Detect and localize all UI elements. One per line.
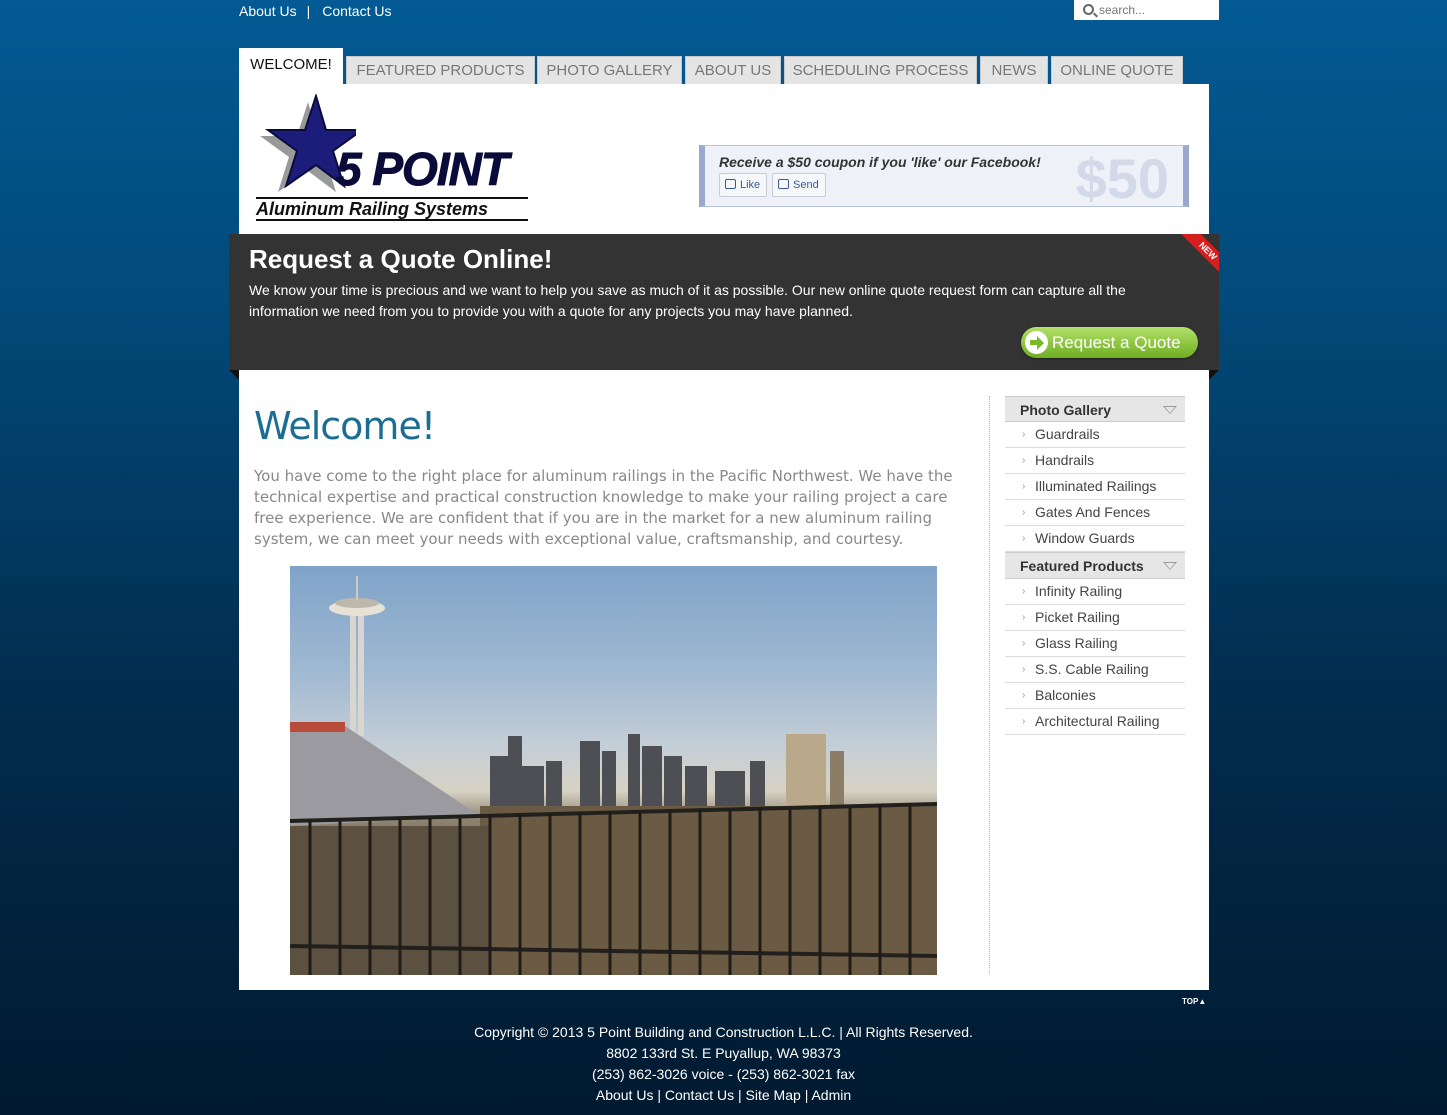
sidebar-heading-label: Featured Products	[1020, 558, 1144, 574]
intro-text: You have come to the right place for alu…	[254, 467, 953, 548]
chevron-right-icon: ›	[1022, 612, 1026, 623]
site-logo[interactable]: 5 POINT Aluminum Railing Systems	[256, 94, 546, 224]
sidebar-item-cable-railing[interactable]: › S.S. Cable Railing	[1005, 657, 1185, 683]
thumbs-up-icon	[725, 179, 736, 189]
back-to-top-link[interactable]: TOP▲	[1182, 997, 1206, 1006]
top-link-about-us[interactable]: About Us	[239, 3, 297, 19]
request-quote-button[interactable]: Request a Quote	[1021, 327, 1198, 358]
tab-online-quote[interactable]: ONLINE QUOTE	[1051, 56, 1183, 84]
facebook-message: Receive a $50 coupon if you 'like' our F…	[719, 154, 1041, 170]
footer-links: About Us | Contact Us | Site Map | Admin	[0, 1085, 1447, 1106]
chevron-down-icon	[1163, 562, 1177, 570]
banner-fold-left	[229, 370, 239, 380]
quote-body: We know your time is precious and we wan…	[249, 282, 1126, 319]
footer-link-about-us[interactable]: About Us	[596, 1087, 654, 1103]
chevron-down-icon	[1163, 406, 1177, 414]
sidebar-item-label: Picket Railing	[1035, 609, 1120, 625]
arrow-right-icon	[1025, 331, 1048, 354]
like-button[interactable]: Like	[719, 173, 768, 197]
footer-link-site-map[interactable]: Site Map	[746, 1087, 801, 1103]
photo-illustration	[290, 576, 937, 975]
footer-link-contact-us[interactable]: Contact Us	[665, 1087, 734, 1103]
caret-up-icon: ▲	[1198, 997, 1207, 1006]
facebook-promo: $50 Receive a $50 coupon if you 'like' o…	[699, 145, 1189, 210]
footer-phone: (253) 862-3026 voice - (253) 862-3021 fa…	[591, 1066, 856, 1082]
chevron-right-icon: ›	[1022, 481, 1026, 492]
search-box	[1074, 0, 1219, 20]
sidebar-heading-photo-gallery[interactable]: Photo Gallery	[1005, 396, 1185, 422]
banner-fold-right	[1209, 370, 1219, 380]
top-links: About Us | Contact Us	[239, 3, 391, 19]
footer-link-admin[interactable]: Admin	[811, 1087, 851, 1103]
tab-featured-products[interactable]: FEATURED PRODUCTS	[346, 56, 535, 84]
chevron-right-icon: ›	[1022, 716, 1026, 727]
top-link-contact-us[interactable]: Contact Us	[322, 3, 391, 19]
send-button[interactable]: Send	[772, 173, 826, 197]
back-to-top-label: TOP	[1182, 997, 1199, 1006]
page-title: Welcome!	[254, 404, 436, 448]
sidebar-item-label: Handrails	[1035, 452, 1095, 468]
coupon-amount: $50	[1075, 147, 1169, 210]
logo-brand: 5 POINT	[336, 143, 510, 196]
sidebar-item-gates-and-fences[interactable]: › Gates And Fences	[1005, 500, 1185, 526]
column-divider	[989, 396, 990, 974]
chevron-right-icon: ›	[1022, 455, 1026, 466]
tab-welcome[interactable]: WELCOME!	[239, 48, 343, 84]
footer-address: 8802 133rd St. E Puyallup, WA 98373	[606, 1045, 841, 1061]
sidebar-item-label: Guardrails	[1035, 426, 1100, 442]
seattle-skyline-photo	[290, 566, 937, 975]
like-label: Like	[740, 179, 761, 191]
search-icon[interactable]	[1083, 4, 1094, 15]
sidebar-heading-label: Photo Gallery	[1020, 402, 1112, 418]
sidebar-heading-featured-products[interactable]: Featured Products	[1005, 552, 1185, 579]
chevron-right-icon: ›	[1022, 429, 1026, 440]
footer-separator: |	[738, 1087, 742, 1103]
footer-copyright: Copyright © 2013 5 Point Building and Co…	[474, 1024, 973, 1040]
send-label: Send	[793, 179, 819, 191]
sidebar-item-infinity-railing[interactable]: › Infinity Railing	[1005, 579, 1185, 605]
tab-scheduling-process[interactable]: SCHEDULING PROCESS	[784, 56, 977, 84]
sidebar-item-label: Illuminated Railings	[1035, 478, 1157, 494]
sidebar-item-handrails[interactable]: › Handrails	[1005, 448, 1185, 474]
footer-separator: |	[657, 1087, 661, 1103]
sidebar-item-window-guards[interactable]: › Window Guards	[1005, 526, 1185, 552]
speech-bubble-icon	[778, 179, 789, 189]
sidebar-item-label: Balconies	[1035, 687, 1096, 703]
chevron-right-icon: ›	[1022, 664, 1026, 675]
sidebar-item-guardrails[interactable]: › Guardrails	[1005, 422, 1185, 448]
search-input[interactable]	[1099, 2, 1214, 18]
tab-news[interactable]: NEWS	[980, 56, 1048, 84]
sidebar-item-balconies[interactable]: › Balconies	[1005, 683, 1185, 709]
sidebar-item-label: Gates And Fences	[1035, 504, 1151, 520]
new-ribbon: NEW	[1179, 234, 1219, 274]
sidebar-item-illuminated-railings[interactable]: › Illuminated Railings	[1005, 474, 1185, 500]
sidebar-item-label: Infinity Railing	[1035, 583, 1123, 599]
sidebar-item-label: Glass Railing	[1035, 635, 1118, 651]
sidebar-item-label: Architectural Railing	[1035, 713, 1160, 729]
chevron-right-icon: ›	[1022, 638, 1026, 649]
sidebar-item-picket-railing[interactable]: › Picket Railing	[1005, 605, 1185, 631]
chevron-right-icon: ›	[1022, 690, 1026, 701]
chevron-right-icon: ›	[1022, 586, 1026, 597]
top-links-separator: |	[306, 3, 311, 19]
chevron-right-icon: ›	[1022, 533, 1026, 544]
sidebar-item-label: S.S. Cable Railing	[1035, 661, 1149, 677]
tab-about-us[interactable]: ABOUT US	[685, 56, 781, 84]
quote-title: Request a Quote Online!	[249, 244, 553, 274]
logo-subtitle: Aluminum Railing Systems	[256, 197, 528, 221]
sidebar-item-glass-railing[interactable]: › Glass Railing	[1005, 631, 1185, 657]
footer-separator: |	[804, 1087, 809, 1103]
footer: Copyright © 2013 5 Point Building and Co…	[0, 1022, 1447, 1106]
tab-photo-gallery[interactable]: PHOTO GALLERY	[537, 56, 682, 84]
sidebar-item-architectural-railing[interactable]: › Architectural Railing	[1005, 709, 1185, 735]
sidebar-item-label: Window Guards	[1035, 530, 1135, 546]
quote-banner: Request a Quote Online! We know your tim…	[229, 234, 1219, 370]
chevron-right-icon: ›	[1022, 507, 1026, 518]
new-ribbon-label: NEW	[1179, 234, 1219, 274]
sidebar: Photo Gallery › Guardrails › Handrails › Il…	[1005, 396, 1185, 735]
request-quote-label: Request a Quote	[1052, 333, 1181, 352]
